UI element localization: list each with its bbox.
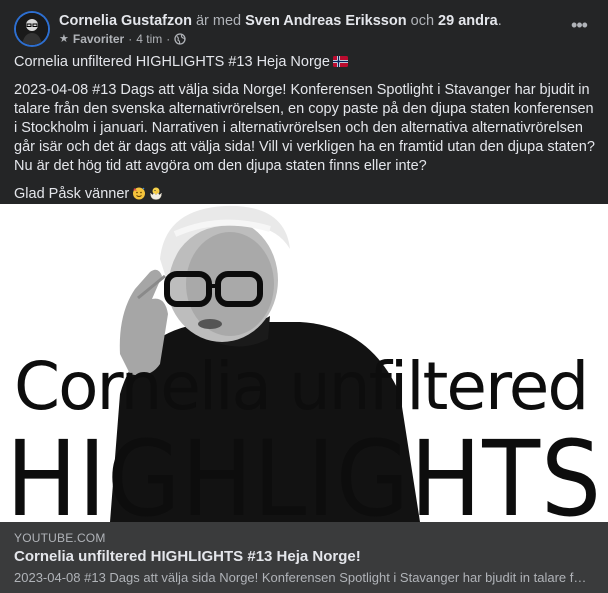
- thumbnail-headline-2: HIGHLIGHTS: [6, 418, 602, 522]
- preview-domain: YOUTUBE.COM: [14, 531, 106, 545]
- post-greeting: Glad Påsk vänner: [14, 186, 130, 202]
- and-text: och: [410, 13, 435, 29]
- norway-flag-icon: [332, 54, 348, 67]
- post-meta: ★ Favoriter · 4 tim ·: [59, 31, 186, 47]
- hatching-chick-icon: [149, 186, 163, 200]
- party-face-icon: [132, 186, 146, 200]
- post-body: 2023-04-08 #13 Dags att välja sida Norge…: [14, 81, 596, 176]
- preview-description: 2023-04-08 #13 Dags att välja sida Norge…: [14, 570, 588, 585]
- tagged-person[interactable]: Sven Andreas Eriksson: [245, 13, 406, 29]
- post-title: Cornelia unfiltered HIGHLIGHTS #13 Heja …: [14, 54, 330, 70]
- post-header: Cornelia Gustafzon är med Sven Andreas E…: [14, 11, 594, 51]
- post-time[interactable]: 4 tim: [136, 31, 162, 47]
- star-icon: ★: [59, 33, 69, 45]
- preview-title[interactable]: Cornelia unfiltered HIGHLIGHTS #13 Heja …: [14, 548, 361, 565]
- video-thumbnail[interactable]: Cornelia unfiltered HIGHLIGHTS: [0, 204, 608, 522]
- globe-icon[interactable]: [174, 33, 186, 45]
- thumbnail-image: Cornelia unfiltered HIGHLIGHTS: [0, 204, 608, 522]
- avatar[interactable]: [14, 11, 50, 47]
- post-author-line: Cornelia Gustafzon är med Sven Andreas E…: [59, 11, 502, 31]
- is-with-text: är med: [195, 13, 242, 29]
- post-title-line: Cornelia unfiltered HIGHLIGHTS #13 Heja …: [14, 53, 596, 72]
- separator-dot: ·: [128, 32, 133, 46]
- post-question: Nu är det hög tid att avgöra om den djup…: [14, 158, 427, 174]
- others-link[interactable]: 29 andra: [438, 13, 498, 29]
- more-icon: •••: [571, 15, 588, 35]
- post-greeting-line: Glad Påsk vänner: [14, 185, 596, 204]
- more-options-button[interactable]: •••: [566, 15, 592, 41]
- favorites-label[interactable]: Favoriter: [73, 31, 124, 47]
- period: .: [497, 13, 502, 29]
- facebook-post: Cornelia Gustafzon är med Sven Andreas E…: [0, 0, 608, 593]
- link-preview[interactable]: YOUTUBE.COM Cornelia unfiltered HIGHLIGH…: [0, 522, 608, 593]
- separator-dot: ·: [166, 32, 171, 46]
- author-name[interactable]: Cornelia Gustafzon: [59, 13, 192, 29]
- thumbnail-headline-1: Cornelia unfiltered: [14, 348, 587, 425]
- post-text: Cornelia unfiltered HIGHLIGHTS #13 Heja …: [14, 53, 596, 204]
- post-paragraph: 2023-04-08 #13 Dags att välja sida Norge…: [14, 82, 595, 155]
